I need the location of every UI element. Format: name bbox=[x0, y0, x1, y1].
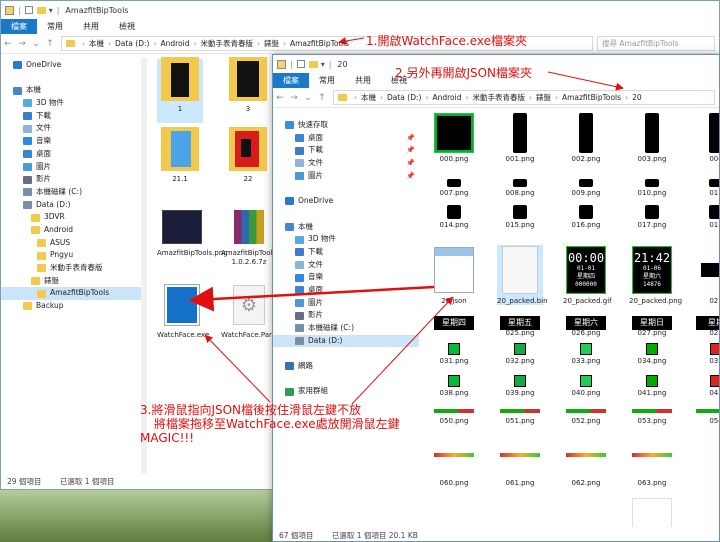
annotation-step1: 1.開啟WatchFace.exe檔案夾 bbox=[366, 34, 528, 48]
arrow-step3-exe bbox=[204, 334, 271, 403]
annotation-step3-line3: MAGIC!!! bbox=[140, 431, 194, 445]
annotation-step3-line2: 將檔案拖移至WatchFace.exe處放開滑鼠左鍵 bbox=[154, 417, 400, 431]
annotation-step3-line1: 3.將滑鼠指向JSON檔後按住滑鼠左鍵不放 bbox=[140, 403, 362, 417]
annotation-arrows bbox=[188, 37, 624, 405]
drag-arrow bbox=[188, 285, 435, 312]
annotation-step3: 3.將滑鼠指向JSON檔後按住滑鼠左鍵不放 將檔案拖移至WatchFace.ex… bbox=[140, 403, 400, 445]
annotation-step2: 2.另外再開啟JSON檔案夾 bbox=[395, 66, 533, 80]
arrow-step1 bbox=[338, 37, 365, 45]
arrow-step2 bbox=[547, 71, 624, 91]
arrow-step3-json bbox=[351, 296, 454, 405]
